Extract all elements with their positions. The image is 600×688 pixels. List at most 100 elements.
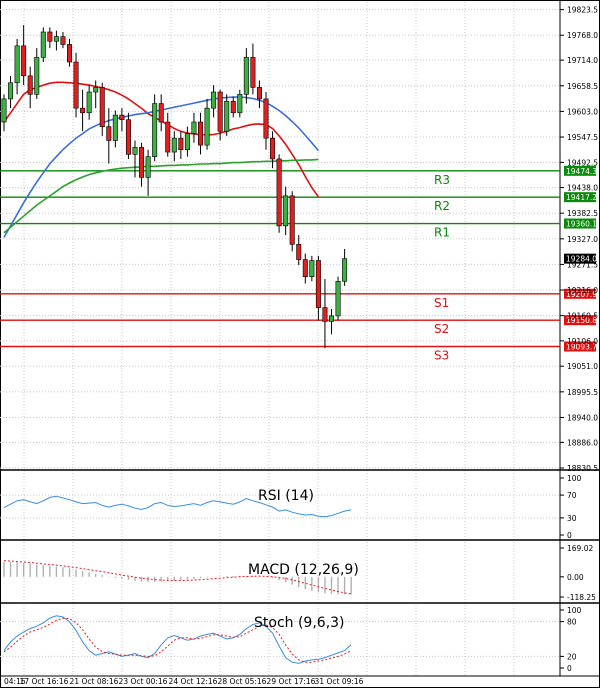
- candle-down: [73, 61, 79, 109]
- candle-down: [139, 147, 145, 178]
- price-tick-label: 19438.0: [567, 184, 598, 193]
- price-tick-label: 18830.5: [567, 464, 598, 473]
- panel-tick-label: 100: [567, 606, 582, 615]
- candle-down: [47, 31, 53, 42]
- level-name-s3: S3: [434, 349, 449, 363]
- candle-up: [335, 280, 341, 317]
- time-axis-label: 28 Oct 05:16: [218, 677, 267, 686]
- panel-tick-label: 30: [567, 514, 577, 523]
- candle-down: [263, 98, 269, 139]
- candle-up: [328, 315, 334, 322]
- price-tick-label: 19216.0: [567, 286, 598, 295]
- candle-up: [40, 31, 46, 58]
- panel-tick-label: 0.00: [567, 573, 584, 582]
- candle-down: [99, 87, 105, 127]
- level-name-r3: R3: [434, 173, 450, 187]
- price-tick-label: 19492.5: [567, 158, 598, 167]
- time-axis-label: 29 Oct 17:16: [267, 677, 316, 686]
- candle-up: [112, 114, 118, 141]
- candle-down: [67, 44, 73, 63]
- panel-tick-label: 80: [567, 618, 577, 627]
- price-tick-label: 18940.0: [567, 413, 598, 422]
- candle-down: [178, 137, 184, 151]
- price-tick-label: 19823.5: [567, 6, 598, 15]
- candle-down: [270, 137, 276, 160]
- candle-up: [224, 100, 230, 132]
- price-tick-label: 18995.5: [567, 388, 598, 397]
- macd-label: MACD (12,26,9): [248, 562, 359, 578]
- candle-down: [158, 103, 164, 123]
- candle-down: [80, 107, 86, 114]
- candle-up: [34, 57, 40, 95]
- candle-down: [302, 259, 308, 277]
- candle-up: [53, 36, 59, 42]
- level-price-label: 19360.1: [566, 220, 597, 229]
- candle-down: [315, 260, 321, 308]
- candle-down: [250, 57, 256, 88]
- panel-tick-label: 100: [567, 474, 582, 483]
- price-tick-label: 19327.0: [567, 235, 598, 244]
- candle-up: [14, 45, 20, 84]
- candle-down: [119, 114, 125, 121]
- candle-down: [21, 45, 27, 77]
- candle-up: [184, 133, 190, 151]
- candle-down: [198, 121, 204, 146]
- time-axis-label: 24 Oct 12:16: [169, 677, 218, 686]
- candle-up: [283, 195, 289, 227]
- candle-up: [8, 82, 14, 100]
- candle-up: [309, 260, 315, 277]
- panel-tick-label: -118.25: [567, 593, 596, 602]
- panel-tick-label: 169.02: [567, 544, 593, 553]
- candle-down: [322, 307, 328, 322]
- stoch-label: Stoch (9,6,3): [254, 615, 345, 631]
- candle-down: [276, 158, 282, 227]
- price-tick-label: 19547.5: [567, 133, 598, 142]
- candle-up: [86, 91, 92, 114]
- candle-down: [165, 121, 171, 153]
- price-tick-label: 19658.5: [567, 82, 598, 91]
- candle-up: [204, 107, 210, 146]
- candle-down: [125, 119, 131, 155]
- price-tick-label: 19603.0: [567, 107, 598, 116]
- price-tick-label: 18886.0: [567, 438, 598, 447]
- level-name-s2: S2: [434, 322, 449, 336]
- candle-up: [243, 57, 249, 95]
- time-axis-label: 31 Oct 09:16: [315, 677, 364, 686]
- rsi-label: RSI (14): [258, 488, 314, 504]
- time-axis-label: 21 Oct 08:16: [70, 677, 119, 686]
- candle-down: [106, 126, 112, 141]
- price-tick-label: 19051.0: [567, 362, 598, 371]
- panel-tick-label: 0: [567, 531, 572, 540]
- panel-tick-label: 20: [567, 652, 577, 661]
- candle-down: [60, 36, 66, 45]
- candle-up: [171, 137, 177, 153]
- level-name-r1: R1: [434, 226, 450, 240]
- chart: R319474.3R219417.2R119360.1S119207.9S219…: [0, 0, 600, 688]
- candle-down: [256, 87, 262, 100]
- candle-up: [191, 121, 197, 134]
- price-tick-label: 19768.0: [567, 31, 598, 40]
- time-axis-label: 17 Oct 16:16: [20, 677, 69, 686]
- price-tick-label: 19714.0: [567, 56, 598, 65]
- candle-down: [27, 75, 33, 95]
- candle-down: [217, 91, 223, 132]
- level-price-label: 19474.3: [566, 167, 597, 176]
- panel-tick-label: 0: [567, 664, 572, 673]
- candle-up: [132, 147, 138, 155]
- candle-up: [93, 87, 99, 93]
- price-tick-label: 19382.5: [567, 209, 598, 218]
- price-tick-label: 19160.5: [567, 312, 598, 321]
- candle-down: [289, 195, 295, 245]
- level-price-label: 19417.2: [566, 193, 597, 202]
- current-price-label: 19284.0: [566, 255, 597, 264]
- panel-tick-label: 70: [567, 491, 577, 500]
- candle-up: [211, 91, 217, 109]
- candle-up: [152, 103, 158, 157]
- level-name-s1: S1: [434, 296, 449, 310]
- candle-up: [145, 156, 151, 178]
- level-name-r2: R2: [434, 199, 450, 213]
- candle-up: [342, 258, 348, 282]
- candle-down: [230, 100, 236, 114]
- price-tick-label: 19106.0: [567, 337, 598, 346]
- time-axis-label: 23 Oct 00:16: [119, 677, 168, 686]
